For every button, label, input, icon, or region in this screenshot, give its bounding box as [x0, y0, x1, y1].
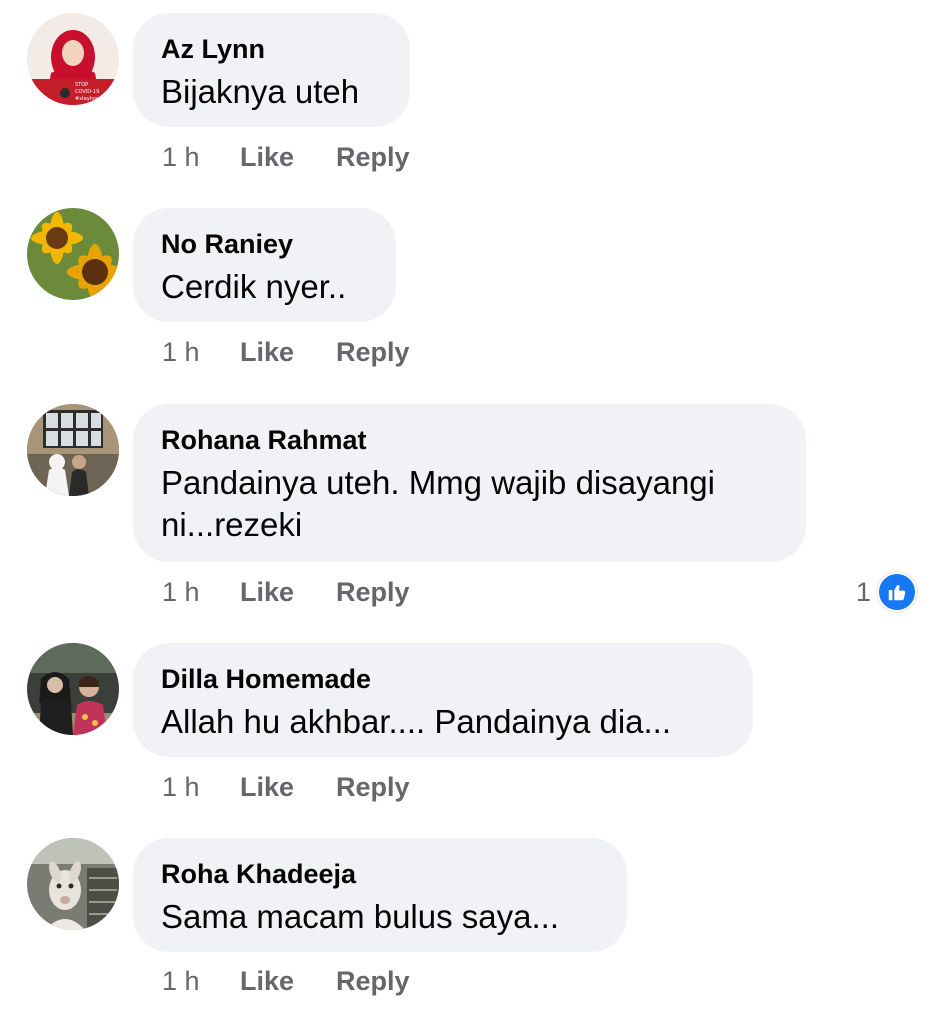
comment-bubble: Rohana Rahmat Pandainya uteh. Mmg wajib …	[133, 404, 806, 562]
comment-actions: 1 h Like Reply	[162, 575, 410, 609]
comment-actions: 1 h Like Reply	[162, 140, 410, 174]
reaction-summary[interactable]: 1	[856, 572, 918, 612]
avatar-image	[27, 208, 119, 300]
reaction-count: 1	[856, 576, 872, 607]
comment-timestamp[interactable]: 1 h	[162, 772, 240, 803]
comment-text: Cerdik nyer..	[161, 268, 347, 305]
avatar-image	[27, 404, 119, 496]
avatar[interactable]: STOP COVID-19 #stayhome	[27, 13, 119, 105]
comment-timestamp[interactable]: 1 h	[162, 577, 240, 608]
avatar[interactable]	[27, 404, 119, 496]
comment-timestamp[interactable]: 1 h	[162, 142, 240, 173]
svg-text:#stayhome: #stayhome	[75, 96, 104, 102]
comment-text: Sama macam bulus saya...	[161, 898, 559, 935]
like-button[interactable]: Like	[240, 337, 336, 368]
comment-bubble: Dilla Homemade Allah hu akhbar.... Panda…	[133, 643, 753, 757]
comment-bubble: No Raniey Cerdik nyer..	[133, 208, 396, 322]
comment-text: Allah hu akhbar.... Pandainya dia...	[161, 703, 672, 740]
comment-author[interactable]: Roha Khadeeja	[161, 858, 599, 890]
reply-button[interactable]: Reply	[336, 577, 410, 608]
like-button[interactable]: Like	[240, 142, 336, 173]
avatar[interactable]	[27, 208, 119, 300]
comment-author[interactable]: No Raniey	[161, 228, 368, 260]
avatar-image	[27, 643, 119, 735]
reply-button[interactable]: Reply	[336, 772, 410, 803]
comment-text: Pandainya uteh. Mmg wajib disayangi ni..…	[161, 464, 715, 543]
svg-text:COVID-19: COVID-19	[75, 89, 99, 95]
svg-text:STOP: STOP	[75, 82, 88, 88]
comment-actions: 1 h Like Reply	[162, 964, 410, 998]
comment-bubble: Az Lynn Bijaknya uteh	[133, 13, 410, 127]
thumbs-up-icon	[877, 572, 918, 612]
like-button[interactable]: Like	[240, 577, 336, 608]
avatar-image	[27, 838, 119, 930]
avatar[interactable]	[27, 838, 119, 930]
reply-button[interactable]: Reply	[336, 337, 410, 368]
comment-actions: 1 h Like Reply	[162, 335, 410, 369]
reply-button[interactable]: Reply	[336, 142, 410, 173]
comment-author[interactable]: Az Lynn	[161, 33, 382, 65]
comment-author[interactable]: Rohana Rahmat	[161, 424, 778, 456]
comment-timestamp[interactable]: 1 h	[162, 966, 240, 997]
avatar[interactable]	[27, 643, 119, 735]
comment-timestamp[interactable]: 1 h	[162, 337, 240, 368]
comment-bubble: Roha Khadeeja Sama macam bulus saya...	[133, 838, 627, 952]
reply-button[interactable]: Reply	[336, 966, 410, 997]
like-button[interactable]: Like	[240, 772, 336, 803]
comment-actions: 1 h Like Reply	[162, 770, 410, 804]
like-button[interactable]: Like	[240, 966, 336, 997]
comment-text: Bijaknya uteh	[161, 73, 360, 110]
avatar-image: STOP COVID-19 #stayhome	[27, 13, 119, 105]
comment-author[interactable]: Dilla Homemade	[161, 663, 725, 695]
